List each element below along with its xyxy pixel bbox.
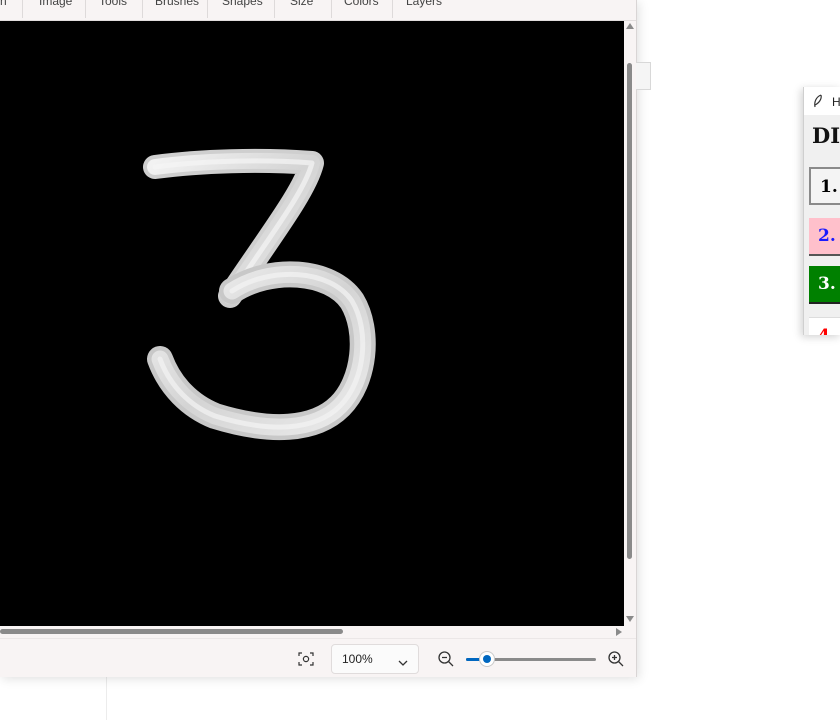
app-title-bar: H (804, 87, 840, 115)
toolbar-separator (392, 0, 393, 18)
digit-app-window: H DIC 1. 2. 3. 4 (803, 87, 840, 335)
menu-tab-size[interactable]: Size (290, 0, 313, 10)
scroll-up-arrow-icon[interactable] (626, 23, 634, 29)
app-title: H (832, 95, 840, 109)
menu-tab-colors[interactable]: Colors (344, 0, 379, 10)
zoom-level-select[interactable]: 100% (331, 644, 419, 674)
toolbar-separator (22, 0, 23, 18)
horizontal-scrollbar[interactable] (0, 626, 624, 638)
zoom-slider-thumb[interactable] (480, 652, 494, 666)
zoom-level-value: 100% (342, 652, 373, 666)
fit-to-window-icon[interactable] (297, 651, 315, 667)
digit-three-drawing (143, 148, 376, 441)
option-button-2[interactable]: 2. (809, 218, 840, 256)
feather-icon (813, 94, 823, 113)
paint-toolbar: n Image Tools Brushes Shapes Size Colors… (0, 0, 636, 21)
zoom-in-icon[interactable] (607, 650, 625, 668)
desktop-divider (106, 676, 107, 720)
vertical-scroll-thumb[interactable] (627, 63, 632, 559)
chevron-down-icon (398, 654, 408, 672)
scroll-down-arrow-icon[interactable] (626, 616, 634, 622)
menu-tab-layers[interactable]: Layers (406, 0, 442, 10)
menu-tab-view[interactable]: n (0, 0, 7, 10)
menu-tab-brushes[interactable]: Brushes (155, 0, 199, 10)
scroll-right-arrow-icon[interactable] (616, 628, 622, 636)
toolbar-separator (85, 0, 86, 18)
option-button-4[interactable]: 4 (809, 317, 840, 335)
drawing-canvas[interactable] (0, 21, 624, 626)
window-edge-tab (636, 62, 651, 90)
zoom-out-icon[interactable] (437, 650, 455, 668)
toolbar-separator (331, 0, 332, 18)
toolbar-separator (207, 0, 208, 18)
paint-window: n Image Tools Brushes Shapes Size Colors… (0, 0, 637, 677)
status-bar: 100% (0, 638, 636, 677)
option-button-3[interactable]: 3. (809, 266, 840, 304)
option-button-1[interactable]: 1. (809, 167, 840, 205)
menu-tab-image[interactable]: Image (39, 0, 72, 10)
menu-tab-tools[interactable]: Tools (99, 0, 127, 10)
app-heading: DIC (812, 123, 840, 148)
toolbar-separator (274, 0, 275, 18)
horizontal-scroll-thumb[interactable] (0, 629, 343, 634)
menu-tab-shapes[interactable]: Shapes (222, 0, 263, 10)
vertical-scrollbar[interactable] (624, 21, 636, 626)
scrollbar-corner (624, 626, 636, 638)
toolbar-separator (142, 0, 143, 18)
